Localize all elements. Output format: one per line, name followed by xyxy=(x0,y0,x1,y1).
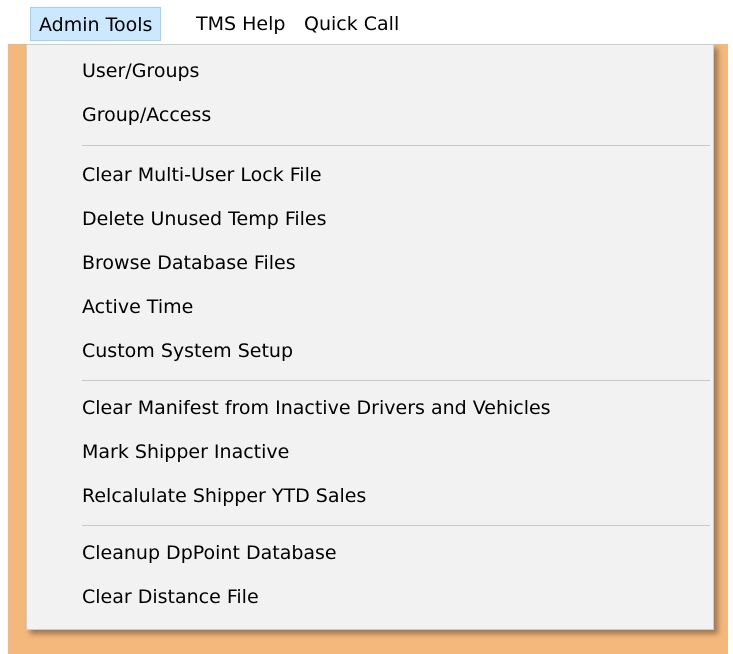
menu-item-mark-shipper-inactive[interactable]: Mark Shipper Inactive xyxy=(27,430,713,474)
menu-item-custom-system-setup[interactable]: Custom System Setup xyxy=(27,329,713,373)
menu-item-recalculate-shipper-ytd-sales[interactable]: Relcalulate Shipper YTD Sales xyxy=(27,474,713,518)
menu-separator xyxy=(82,525,710,526)
application-window: Admin Tools TMS Help Quick Call User/Gro… xyxy=(0,0,733,654)
menu-item-user-groups[interactable]: User/Groups xyxy=(27,49,713,93)
menu-separator xyxy=(82,380,710,381)
menu-item-clear-distance-file[interactable]: Clear Distance File xyxy=(27,575,713,619)
menu-tms-help[interactable]: TMS Help xyxy=(188,7,293,41)
menu-item-clear-multi-user-lock-file[interactable]: Clear Multi-User Lock File xyxy=(27,153,713,197)
menu-item-browse-database-files[interactable]: Browse Database Files xyxy=(27,241,713,285)
menu-item-delete-unused-temp-files[interactable]: Delete Unused Temp Files xyxy=(27,197,713,241)
menu-item-cleanup-dppoint-database[interactable]: Cleanup DpPoint Database xyxy=(27,531,713,575)
admin-tools-dropdown: User/Groups Group/Access Clear Multi-Use… xyxy=(26,44,714,630)
menu-admin-tools[interactable]: Admin Tools xyxy=(30,7,162,41)
menu-separator xyxy=(82,145,710,146)
menu-quick-call[interactable]: Quick Call xyxy=(296,7,407,41)
menu-item-active-time[interactable]: Active Time xyxy=(27,285,713,329)
menu-item-clear-manifest-inactive[interactable]: Clear Manifest from Inactive Drivers and… xyxy=(27,386,713,430)
menu-bar: Admin Tools TMS Help Quick Call xyxy=(0,0,733,44)
menu-item-group-access[interactable]: Group/Access xyxy=(27,93,713,137)
